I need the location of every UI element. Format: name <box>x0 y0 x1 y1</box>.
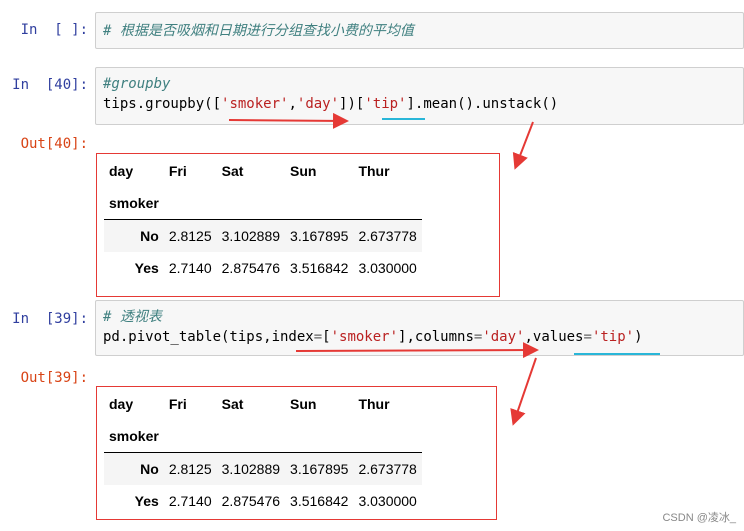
column-header: Fri <box>168 396 187 412</box>
input-prompt: In [39]: <box>12 311 88 327</box>
red-arrow-to-output <box>512 121 534 170</box>
table-cell: 2.7140 <box>168 493 212 509</box>
table-cell: 3.516842 <box>290 260 349 276</box>
watermark: CSDN @凌冰_ <box>662 512 736 524</box>
column-header: Sat <box>221 396 244 412</box>
dataframe-table: day Fri Sat Sun Thur smoker No 2.8125 3.102889 3.… <box>104 155 422 284</box>
code-comment: # 根据是否吸烟和日期进行分组查找小费的平均值 <box>103 23 414 39</box>
table-cell: 3.516842 <box>290 493 349 509</box>
header-spacer <box>285 420 354 453</box>
code-string: 'smoker' <box>330 329 399 345</box>
code-string: 'tip' <box>591 329 635 345</box>
code-string: 'day' <box>296 96 340 112</box>
table-row: Yes 2.7140 2.875476 3.516842 3.030000 <box>104 485 422 517</box>
row-index: Yes <box>134 493 159 509</box>
header-spacer <box>216 420 286 453</box>
column-header: Sun <box>290 396 317 412</box>
code-cell-comment[interactable]: # 根据是否吸烟和日期进行分组查找小费的平均值 <box>95 12 744 49</box>
code-token: ,values <box>524 329 584 345</box>
header-spacer <box>216 187 286 220</box>
table-cell: 3.030000 <box>358 493 417 509</box>
red-arrow-to-output <box>510 357 537 426</box>
header-spacer <box>163 187 217 220</box>
input-prompt: In [40]: <box>12 77 88 93</box>
code-line: # 根据是否吸烟和日期进行分组查找小费的平均值 <box>103 21 737 41</box>
code-token: ],columns <box>398 329 474 345</box>
column-header: Fri <box>168 163 187 179</box>
code-token: ) <box>634 329 643 345</box>
code-token: [ <box>322 329 331 345</box>
code-editor[interactable]: # 根据是否吸烟和日期进行分组查找小费的平均值 <box>96 13 743 41</box>
column-header: Thur <box>358 163 390 179</box>
code-line: tips.groupby(['smoker','day'])['tip'].me… <box>103 94 737 114</box>
columns-name: day <box>109 163 134 179</box>
table-cell: 3.167895 <box>285 219 354 252</box>
table-cell: 2.875476 <box>221 260 281 276</box>
code-comment: #groupby <box>103 76 171 92</box>
code-token: = <box>583 329 592 345</box>
column-header: Sun <box>290 163 317 179</box>
index-name: smoker <box>104 187 164 220</box>
header-spacer <box>353 187 422 220</box>
table-cell: 3.102889 <box>216 452 286 485</box>
dataframe-output: day Fri Sat Sun Thur smoker No 2.8125 3.102889 3.… <box>96 386 497 520</box>
table-cell: 2.8125 <box>163 219 217 252</box>
header-spacer <box>163 420 217 453</box>
code-editor[interactable]: # 透视表 pd.pivot_table(tips,index=['smoker'… <box>96 301 743 347</box>
code-token: ])[ <box>339 96 365 112</box>
table-cell: 2.875476 <box>221 493 281 509</box>
code-comment: # 透视表 <box>103 309 162 325</box>
table-cell: 2.7140 <box>168 260 212 276</box>
code-cell-groupby[interactable]: #groupby tips.groupby(['smoker','day'])['… <box>95 67 744 125</box>
code-token: ].mean().unstack() <box>406 96 559 112</box>
table-cell: 2.673778 <box>353 452 422 485</box>
code-string: 'day' <box>482 329 525 345</box>
index-name: smoker <box>104 420 164 453</box>
table-cell: 2.673778 <box>353 219 422 252</box>
table-cell: 3.102889 <box>216 219 286 252</box>
code-editor[interactable]: #groupby tips.groupby(['smoker','day'])['… <box>96 68 743 114</box>
code-token: , <box>288 96 297 112</box>
code-line: pd.pivot_table(tips,index=['smoker'],col… <box>103 327 737 347</box>
output-prompt: Out[40]: <box>20 136 88 152</box>
code-cell-pivot-table[interactable]: # 透视表 pd.pivot_table(tips,index=['smoker'… <box>95 300 744 356</box>
code-line: #groupby <box>103 74 737 94</box>
code-string: 'smoker' <box>221 96 289 112</box>
code-string: 'tip' <box>364 96 407 112</box>
table-cell: 3.030000 <box>358 260 417 276</box>
row-index: No <box>104 219 164 252</box>
column-header: Thur <box>358 396 390 412</box>
header-spacer <box>285 187 354 220</box>
table-row: No 2.8125 3.102889 3.167895 2.673778 <box>104 219 422 252</box>
code-token: pd.pivot_table(tips,index <box>103 329 314 345</box>
output-prompt: Out[39]: <box>20 370 88 386</box>
code-token: = <box>313 329 323 345</box>
table-row: No 2.8125 3.102889 3.167895 2.673778 <box>104 452 422 485</box>
row-index: No <box>104 452 164 485</box>
code-token: tips.groupby([ <box>103 96 222 112</box>
column-header: Sat <box>221 163 244 179</box>
table-cell: 3.167895 <box>285 452 354 485</box>
row-index: Yes <box>134 260 159 276</box>
table-cell: 2.8125 <box>163 452 217 485</box>
columns-name: day <box>109 396 134 412</box>
code-line: # 透视表 <box>103 307 737 327</box>
table-row: Yes 2.7140 2.875476 3.516842 3.030000 <box>104 252 422 284</box>
header-spacer <box>353 420 422 453</box>
input-prompt: In [ ]: <box>20 22 88 38</box>
dataframe-output: day Fri Sat Sun Thur smoker No 2.8125 3.102889 3.… <box>96 153 500 297</box>
dataframe-table: day Fri Sat Sun Thur smoker No 2.8125 3.102889 3.… <box>104 388 422 517</box>
